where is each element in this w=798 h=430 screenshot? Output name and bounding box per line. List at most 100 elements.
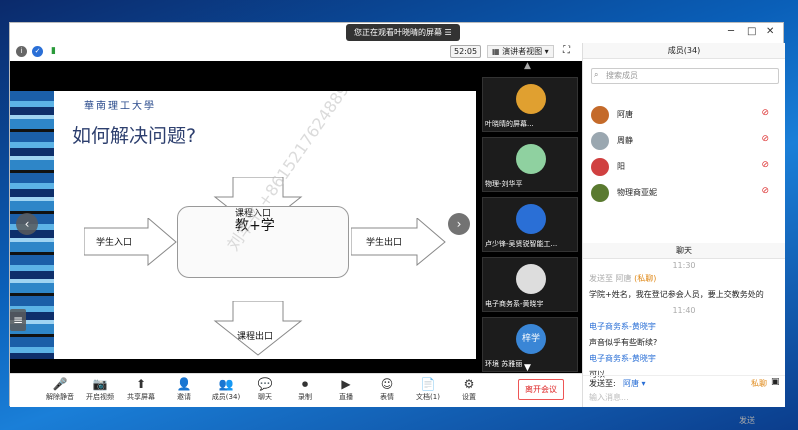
- chat-input[interactable]: 输入消息...: [589, 392, 629, 403]
- emoji-icon: ☺: [380, 377, 394, 391]
- banner-text: 您正在观看叶晓晴的屏幕: [354, 28, 442, 37]
- chat-time: 11:30: [672, 261, 696, 270]
- gear-icon: ⚙: [463, 377, 475, 391]
- chat-recipient: 发送至 阿唐: [589, 274, 632, 283]
- member-item[interactable]: 物理商亚妮 ⊘: [591, 183, 777, 203]
- muted-mic-icon[interactable]: ⊘: [761, 108, 769, 118]
- chat-messages: 11:30 发送至 阿唐 (私聊) 学院+姓名，我在登记参会人员，要上交教务处的…: [589, 261, 779, 381]
- unmute-label: 解除静音: [46, 393, 74, 401]
- members-icon: 👥: [218, 377, 234, 391]
- signal-icon[interactable]: ▮: [48, 46, 59, 57]
- live-button[interactable]: ▶ 直播: [324, 377, 368, 402]
- gallery-up-icon[interactable]: ▲: [524, 61, 531, 71]
- private-chat-toggle[interactable]: 私聊: [751, 378, 767, 389]
- live-icon: ▶: [341, 377, 351, 391]
- maximize-icon[interactable]: □: [747, 26, 756, 37]
- muted-mic-icon[interactable]: ⊘: [761, 160, 769, 170]
- member-item[interactable]: 周静 ⊘: [591, 131, 777, 151]
- label-right: 学生出口: [366, 238, 403, 248]
- send-button[interactable]: 发送: [739, 415, 755, 426]
- minimize-icon[interactable]: ─: [728, 26, 734, 37]
- member-search-input[interactable]: 搜索成员: [591, 68, 779, 84]
- chat-button[interactable]: 💬 聊天: [243, 377, 287, 402]
- avatar: 梓学: [516, 324, 546, 354]
- document-icon: 📄: [420, 377, 436, 391]
- microphone-icon: 🎤: [52, 377, 68, 391]
- video-tile[interactable]: 叶晓晴的屏幕...: [482, 77, 578, 132]
- tile-name: 叶晓晴的屏幕...: [485, 120, 534, 128]
- documents-button[interactable]: 📄 文档(1): [406, 377, 450, 402]
- university-name: 華南理工大學: [84, 101, 156, 112]
- start-video-button[interactable]: 📷 开启视频: [78, 377, 122, 402]
- send-to-label: 发送至:: [589, 379, 616, 388]
- info-icon[interactable]: i: [16, 46, 27, 57]
- tile-name: 物理-刘华平: [485, 180, 523, 188]
- muted-mic-icon[interactable]: ⊘: [761, 186, 769, 196]
- avatar: [591, 184, 609, 202]
- muted-mic-icon[interactable]: ⊘: [761, 134, 769, 144]
- chat-icon: 💬: [257, 377, 273, 391]
- view-mode-button[interactable]: ▦ 演讲者视图 ▾: [487, 45, 554, 58]
- close-icon[interactable]: ✕: [766, 26, 774, 37]
- invite-icon: 👤: [176, 377, 192, 391]
- video-tile[interactable]: 物理-刘华平: [482, 137, 578, 192]
- member-name: 阳: [617, 162, 625, 171]
- avatar: [516, 204, 546, 234]
- record-button[interactable]: ⏺ 录制: [283, 377, 327, 402]
- members-button[interactable]: 👥 成员(34): [204, 377, 248, 402]
- slide-title: 如何解决问题?: [72, 125, 197, 147]
- avatar: [591, 132, 609, 150]
- tile-name: 卢少锋-吴贤锐智能工...: [485, 240, 558, 248]
- settings-button[interactable]: ⚙ 设置: [447, 377, 491, 402]
- avatar: [591, 106, 609, 124]
- info-bar: i ✓ ▮ 52:05 ▦ 演讲者视图 ▾ ⛶: [10, 43, 582, 61]
- avatar: [516, 84, 546, 114]
- documents-label: 文档(1): [416, 393, 440, 401]
- members-label: 成员(34): [211, 393, 241, 401]
- meeting-window: 您正在观看叶晓晴的屏幕 ☰ ─ □ ✕ i ✓ ▮ 52:05 ▦ 演讲者视图 …: [9, 22, 785, 425]
- share-icon: ⬆: [135, 377, 147, 391]
- leave-meeting-button[interactable]: 离开会议: [518, 379, 564, 400]
- side-panel-toggle[interactable]: ≡: [10, 309, 26, 331]
- live-label: 直播: [339, 393, 353, 401]
- video-tile[interactable]: 电子商务系-黄晓宇: [482, 257, 578, 312]
- member-item[interactable]: 阿唐 ⊘: [591, 105, 777, 125]
- member-item[interactable]: 阳 ⊘: [591, 157, 777, 177]
- meeting-toolbar: 🎤 解除静音 📷 开启视频 ⬆ 共享屏幕 👤 邀请 👥 成员(34) 💬 聊天 ⏺ 录制 ▶ 直…: [10, 373, 582, 407]
- video-gallery: ▲ 叶晓晴的屏幕... 物理-刘华平 卢少锋-吴贤锐智能工... 电子商务系-黄…: [482, 61, 582, 373]
- screen-share-banner[interactable]: 您正在观看叶晓晴的屏幕 ☰: [346, 24, 460, 41]
- side-panel: 成员(34) 搜索成员 ⌕ 阿唐 ⊘ 周静 ⊘ 阳 ⊘ 物理商亚妮 ⊘ 聊天 11:30…: [582, 43, 785, 425]
- member-name: 阿唐: [617, 110, 633, 119]
- view-mode-label: 演讲者视图: [502, 47, 543, 56]
- send-target-select[interactable]: 阿唐 ▾: [623, 378, 646, 389]
- invite-label: 邀请: [177, 393, 191, 401]
- shield-icon[interactable]: ✓: [32, 46, 43, 57]
- record-label: 录制: [298, 393, 312, 401]
- avatar: [516, 264, 546, 294]
- record-icon: ⏺: [301, 377, 308, 391]
- chat-meta: 发送至 阿唐 (私聊): [589, 271, 779, 287]
- fullscreen-icon[interactable]: ⛶: [563, 45, 570, 56]
- label-bottom: 课程出口: [237, 332, 274, 342]
- unmute-button[interactable]: 🎤 解除静音: [38, 377, 82, 402]
- emoji-label: 表情: [380, 393, 394, 401]
- chat-sender: 电子商务系-黄晓宇: [589, 354, 656, 363]
- video-tile[interactable]: 卢少锋-吴贤锐智能工...: [482, 197, 578, 252]
- member-name: 物理商亚妮: [617, 188, 657, 197]
- private-tag: (私聊): [634, 274, 657, 283]
- search-icon: ⌕: [594, 70, 599, 79]
- invite-button[interactable]: 👤 邀请: [162, 377, 206, 402]
- title-bar: 您正在观看叶晓晴的屏幕 ☰ ─ □ ✕: [10, 23, 783, 43]
- share-screen-label: 共享屏幕: [127, 393, 155, 401]
- image-icon[interactable]: ▣: [771, 377, 780, 387]
- label-left: 学生入口: [96, 238, 133, 248]
- start-video-label: 开启视频: [86, 393, 114, 401]
- prev-page-button[interactable]: ‹: [16, 213, 38, 235]
- share-screen-button[interactable]: ⬆ 共享屏幕: [119, 377, 163, 402]
- gallery-down-icon[interactable]: ▼: [524, 363, 531, 373]
- chat-time: 11:40: [672, 306, 696, 315]
- next-page-button[interactable]: ›: [448, 213, 470, 235]
- emoji-button[interactable]: ☺ 表情: [365, 377, 409, 402]
- slide: 華南理工大學 如何解决问题? 教+学 课程入口 学生入口 学生出口 课程出口 刘…: [10, 91, 476, 359]
- settings-label: 设置: [462, 393, 476, 401]
